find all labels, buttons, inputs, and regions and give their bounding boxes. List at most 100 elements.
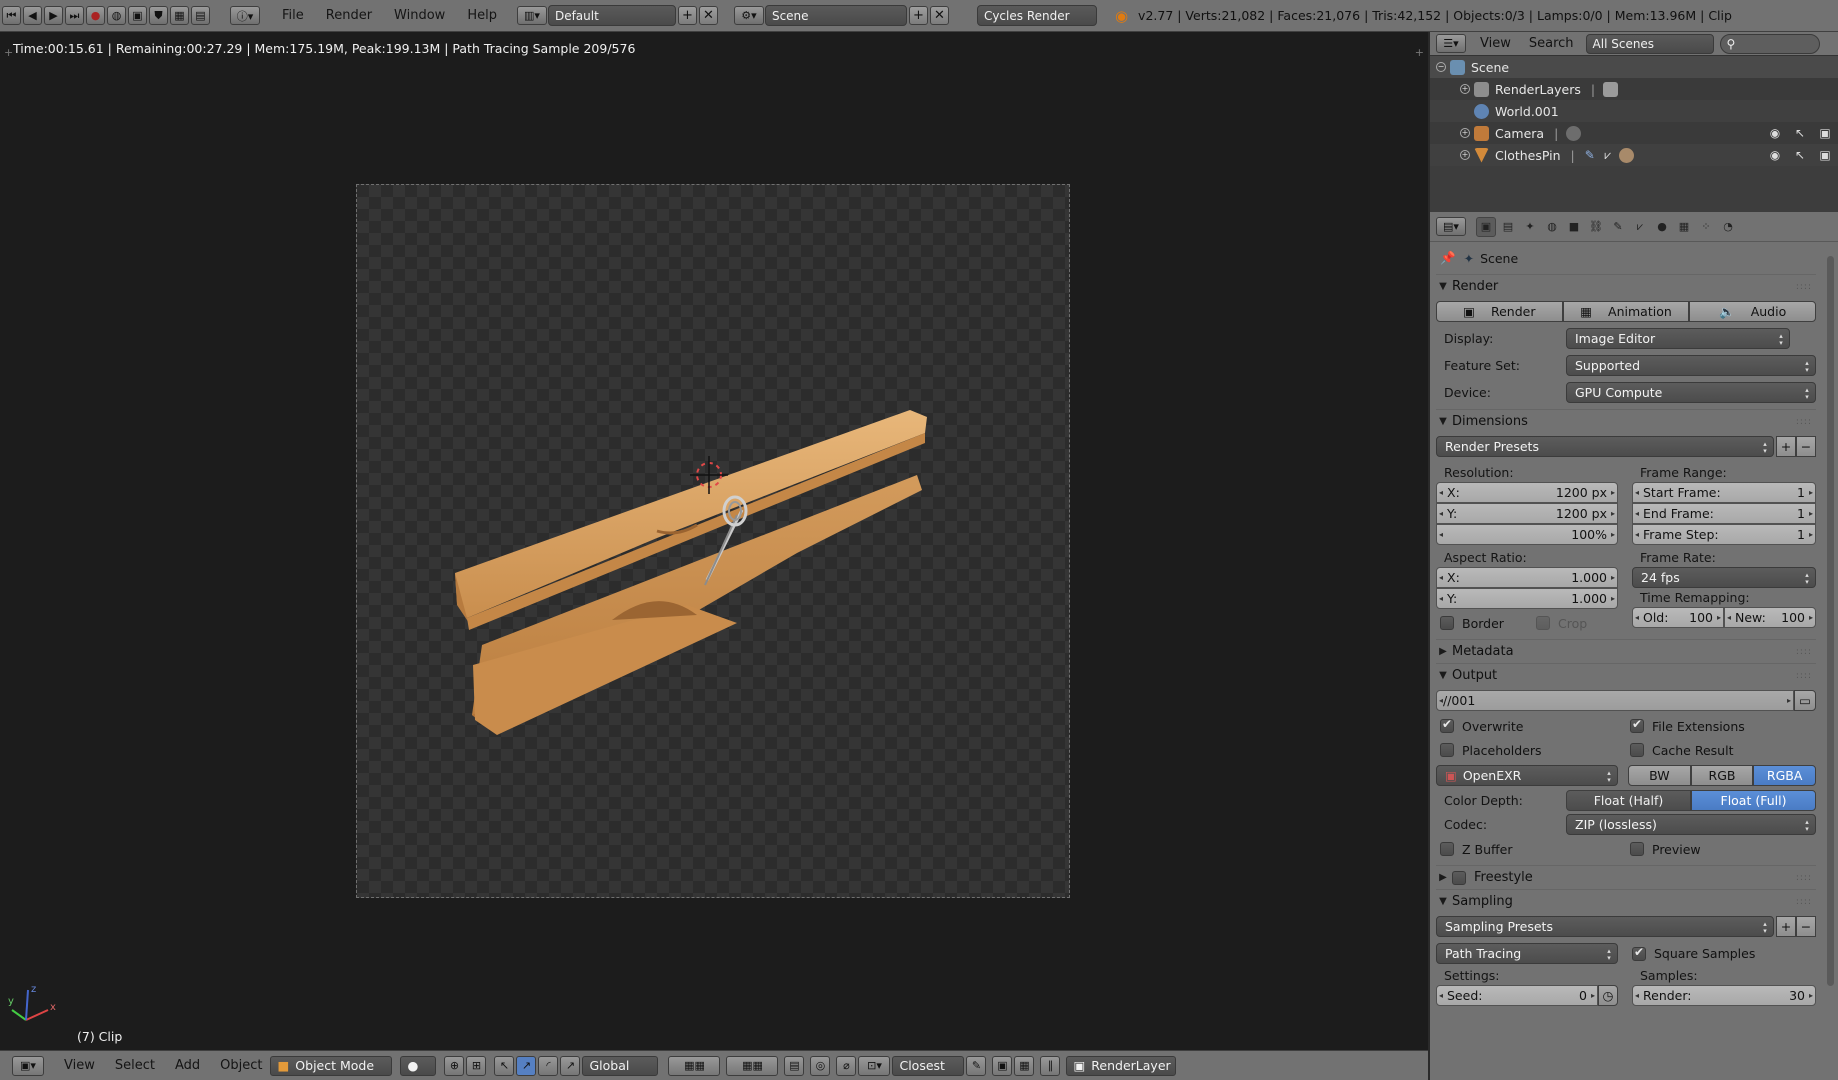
shield-icon[interactable]: ⛊ [149,6,168,25]
snap-element-icon[interactable]: ⊡▾ [858,1055,891,1076]
render-still-icon[interactable]: ▣ [992,1055,1013,1076]
record-icon[interactable]: ● [86,6,105,25]
properties-scrollbar[interactable] [1827,256,1834,986]
manipulator-icon[interactable]: ⊞ [466,1055,487,1076]
channel-rgb-button[interactable]: RGB [1690,765,1754,786]
checker-icon[interactable]: ▦ [170,6,189,25]
render-engine-dropdown[interactable]: Cycles Render [976,5,1097,26]
drag-grip-icon[interactable]: :::: [1796,647,1812,657]
end-frame-field[interactable]: End Frame: 1 [1632,503,1816,524]
animated-seed-icon[interactable]: ◷ [1598,985,1618,1006]
outliner-menu-view[interactable]: View [1480,36,1511,51]
seed-field[interactable]: Seed: 0 [1436,985,1598,1006]
outliner-menu-search[interactable]: Search [1529,36,1574,51]
display-dropdown[interactable]: Image Editor [1566,328,1790,349]
start-frame-field[interactable]: Start Frame: 1 [1632,482,1816,503]
outliner-item-world[interactable]: World.001 [1430,100,1838,122]
vertex-icon[interactable]: ⩗ [1601,148,1615,162]
remove-sampling-preset-button[interactable]: − [1796,916,1816,937]
square-samples-checkbox[interactable]: Square Samples [1628,945,1816,961]
render-icon[interactable]: ▤ [191,6,210,25]
output-path-field[interactable]: //001 [1436,690,1794,711]
tab-modifiers[interactable]: ✎ [1608,217,1628,237]
properties-editor-icon[interactable]: ▤▾ [1436,217,1466,236]
render-anim-icon[interactable]: ▦ [1014,1055,1035,1076]
tab-data[interactable]: ⩗ [1630,217,1650,237]
tab-texture[interactable]: ▦ [1674,217,1694,237]
menu-select[interactable]: Select [115,1058,155,1073]
file-extensions-checkbox[interactable]: File Extensions [1626,717,1816,734]
outliner-editor-icon[interactable]: ☰▾ [1436,34,1466,53]
orientation-dropdown[interactable]: Global [582,1055,659,1076]
drag-grip-icon[interactable]: :::: [1796,282,1812,292]
remove-scene-button[interactable]: ✕ [929,6,949,25]
tab-constraints[interactable]: ⛓ [1586,217,1606,237]
play-reverse-icon[interactable]: ◀ [23,6,42,25]
time-old-field[interactable]: Old: 100 [1632,607,1724,628]
scene-icon[interactable]: ⚙▾ [733,6,764,25]
play-icon[interactable]: ▶ [44,6,63,25]
outliner-item-clothespin[interactable]: + ClothesPin | ✎ ⩗ ◉ ↖ ▣ [1430,144,1838,166]
render-samples-field[interactable]: Render: 30 [1632,985,1816,1006]
cache-result-checkbox[interactable]: Cache Result [1626,743,1816,758]
proportional-icon[interactable]: ◎ [810,1055,831,1076]
crop-checkbox[interactable]: Crop [1532,616,1618,631]
add-screen-button[interactable]: + [677,6,697,25]
cursor-icon[interactable]: ↖ [1793,126,1807,140]
drag-grip-icon[interactable]: :::: [1796,897,1812,907]
camera-render-icon[interactable]: ▣ [1818,126,1832,140]
menu-object[interactable]: Object [220,1058,262,1073]
expand-icon[interactable]: + [1460,128,1470,138]
menu-add[interactable]: Add [175,1058,200,1073]
render-layer-dropdown[interactable]: ▣ RenderLayer [1066,1055,1177,1076]
translate-icon[interactable]: ↖ [494,1055,515,1076]
tab-particles[interactable]: ⁘ [1696,217,1716,237]
outliner-item-scene[interactable]: − Scene [1430,56,1838,78]
rotate-icon[interactable]: ↗ [516,1055,537,1076]
drag-grip-icon[interactable]: :::: [1796,873,1812,883]
mode-dropdown[interactable]: ■ Object Mode [270,1055,393,1076]
aspect-x-field[interactable]: X: 1.000 [1436,567,1618,588]
add-preset-button[interactable]: + [1776,436,1796,457]
sampling-presets-dropdown[interactable]: Sampling Presets [1436,916,1774,937]
add-scene-button[interactable]: + [908,6,928,25]
outliner-item-renderlayers[interactable]: + RenderLayers | [1430,78,1838,100]
drag-grip-icon[interactable]: :::: [1796,417,1812,427]
integrator-dropdown[interactable]: Path Tracing [1436,943,1618,964]
tab-object[interactable]: ■ [1564,217,1584,237]
snap-target-dropdown[interactable]: Closest [892,1055,965,1076]
scale-icon[interactable]: ◜ [538,1055,559,1076]
layers-icon[interactable]: ▦▦ [668,1055,721,1076]
layers-icon-2[interactable]: ▦▦ [726,1055,779,1076]
feature-set-dropdown[interactable]: Supported [1566,355,1816,376]
shading-dropdown[interactable]: ● [400,1055,437,1076]
menu-render[interactable]: Render [326,8,372,23]
z-buffer-checkbox[interactable]: Z Buffer [1436,842,1626,857]
keying-icon[interactable]: ◍ [107,6,126,25]
time-new-field[interactable]: New: 100 [1724,607,1816,628]
audio-button[interactable]: 🔈 Audio [1689,301,1817,322]
expand-icon[interactable]: + [1460,150,1470,160]
resolution-x-field[interactable]: X: 1200 px [1436,482,1618,503]
screen-layout-icon[interactable]: ▥▾ [516,6,547,25]
info-editor-icon[interactable]: ⓘ▾ [230,6,260,25]
eye-icon[interactable]: ◉ [1768,126,1782,140]
snap-align-icon[interactable]: ✎ [966,1055,987,1076]
collapse-icon[interactable]: − [1436,62,1446,72]
pause-icon[interactable]: ∥ [1040,1055,1061,1076]
animation-button[interactable]: ▦ Animation [1562,301,1690,322]
panel-metadata-header[interactable]: ▶ Metadata:::: [1436,639,1816,663]
editor-type-icon[interactable]: ▣▾ [12,1055,44,1076]
overwrite-checkbox[interactable]: Overwrite [1436,717,1626,734]
new-file-icon[interactable]: ▣ [128,6,147,25]
freestyle-checkbox[interactable] [1452,870,1466,885]
expand-icon[interactable]: + [1460,84,1470,94]
tab-world[interactable]: ◍ [1542,217,1562,237]
panel-output-header[interactable]: ▼ Output:::: [1436,663,1816,687]
snap-icon[interactable]: ⌀ [836,1055,857,1076]
resolution-percent-field[interactable]: 100% [1436,524,1618,545]
float-full-button[interactable]: Float (Full) [1691,790,1816,811]
menu-file[interactable]: File [282,8,304,23]
outliner-filter-dropdown[interactable]: All Scenes [1585,33,1714,54]
menu-view[interactable]: View [64,1058,95,1073]
